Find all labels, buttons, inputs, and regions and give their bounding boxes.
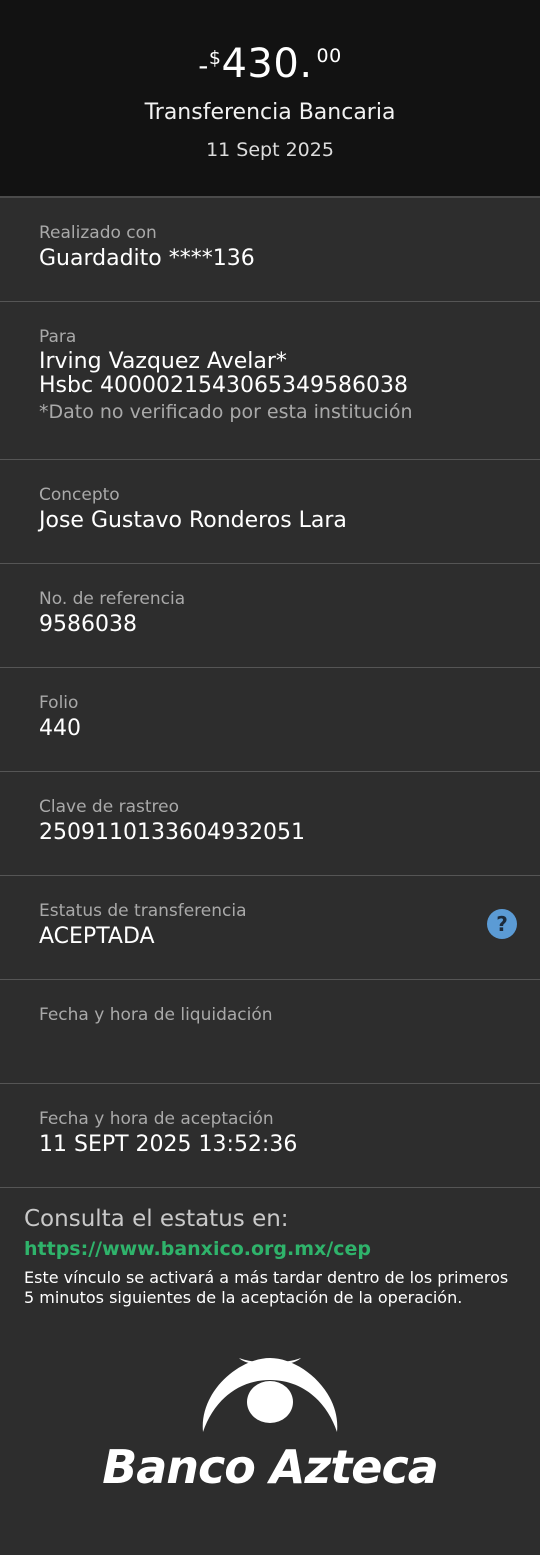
transaction-title: Transferencia Bancaria [144,100,396,125]
detail-folio: Folio 440 [0,668,540,772]
para-note: *Dato no verificado por esta institución [39,401,413,423]
help-icon[interactable]: ? [487,909,517,939]
banxico-link[interactable]: https://www.banxico.org.mx/cep [24,1238,516,1260]
referencia-value: 9586038 [39,612,137,637]
aceptacion-label: Fecha y hora de aceptación [39,1109,274,1129]
footer: Consulta el estatus en: https://www.banx… [0,1188,540,1308]
referencia-label: No. de referencia [39,589,186,609]
para-name: Irving Vazquez Avelar* [39,349,287,374]
detail-realizado: Realizado con Guardadito ****136 [0,198,540,302]
aceptacion-value: 11 SEPT 2025 13:52:36 [39,1132,298,1157]
amount-cents: 00 [316,45,342,67]
amount-integer: 430. [221,41,313,87]
footer-note: Este vínculo se activará a más tardar de… [24,1268,509,1307]
detail-para: Para Irving Vazquez Avelar* Hsbc 4000021… [0,302,540,460]
concepto-label: Concepto [39,485,120,505]
folio-value: 440 [39,716,81,741]
transaction-date: 11 Sept 2025 [206,139,334,161]
detail-aceptacion: Fecha y hora de aceptación 11 SEPT 2025 … [0,1084,540,1188]
detail-estatus: Estatus de transferencia ACEPTADA ? [0,876,540,980]
consulta-text: Consulta el estatus en: [24,1206,289,1232]
concepto-value: Jose Gustavo Ronderos Lara [39,508,347,533]
realizado-label: Realizado con [39,223,157,243]
detail-referencia: No. de referencia 9586038 [0,564,540,668]
detail-rastreo: Clave de rastreo 2509110133604932051 [0,772,540,876]
para-label: Para [39,327,77,347]
rastreo-value: 2509110133604932051 [39,820,305,845]
azteca-emblem-icon [202,1358,338,1432]
transaction-header: -$430. 00 Transferencia Bancaria 11 Sept … [0,0,540,198]
liquidacion-label: Fecha y hora de liquidación [39,1005,273,1025]
rastreo-label: Clave de rastreo [39,797,179,817]
realizado-value: Guardadito ****136 [39,246,255,271]
para-account: Hsbc 4000021543065349586038 [39,373,408,398]
estatus-value: ACEPTADA [39,924,155,949]
folio-label: Folio [39,693,79,713]
detail-liquidacion: Fecha y hora de liquidación [0,980,540,1084]
amount-currency: $ [208,47,222,69]
estatus-label: Estatus de transferencia [39,901,247,921]
banco-azteca-logo: Banco Azteca [0,1352,540,1494]
detail-concepto: Concepto Jose Gustavo Ronderos Lara [0,460,540,564]
brand-name: Banco Azteca [102,1440,439,1494]
amount-sign: - [198,49,209,82]
amount: -$430. 00 [0,0,540,88]
